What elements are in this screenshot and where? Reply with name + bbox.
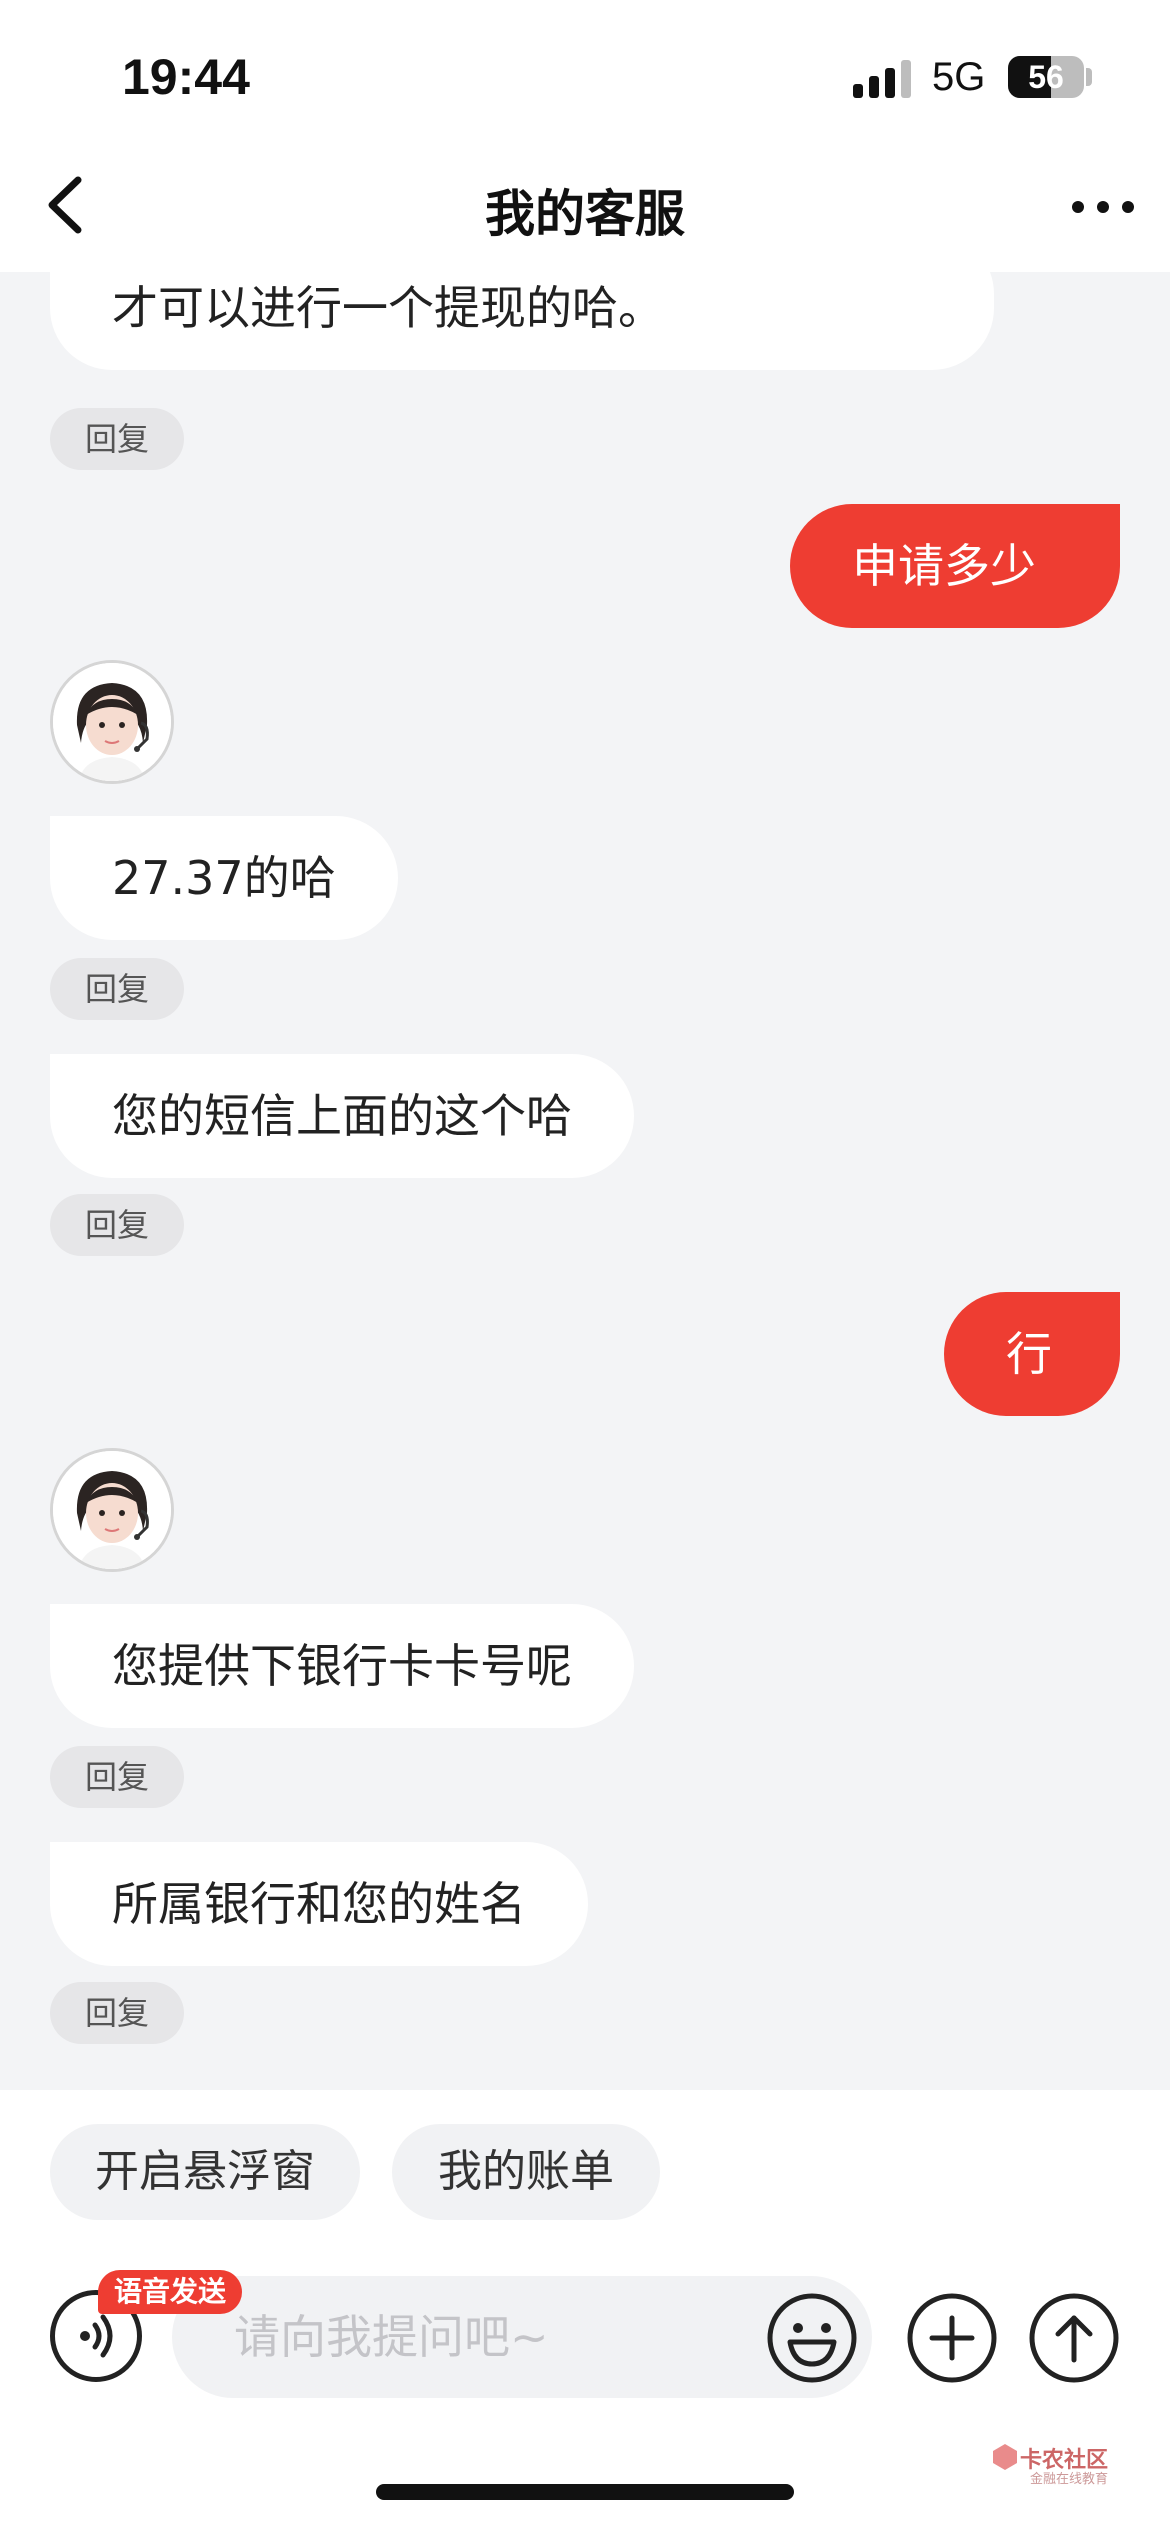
more-icon[interactable] bbox=[1068, 182, 1138, 232]
reply-button[interactable]: 回复 bbox=[50, 1746, 184, 1808]
message-bubble-agent: 您的短信上面的这个哈 bbox=[50, 1054, 634, 1178]
chat-area[interactable]: 才可以进行一个提现的哈。 回复 申请多少 27.37的哈 回复 您的短信上面的这… bbox=[0, 272, 1170, 2090]
message-text: 您提供下银行卡卡号呢 bbox=[112, 1639, 572, 1693]
message-text: 27.37的哈 bbox=[112, 851, 336, 905]
avatar-image bbox=[53, 663, 171, 781]
composer-area: 开启悬浮窗 我的账单 语音发送 卡农社区 金融在线教育 bbox=[0, 2090, 1170, 2532]
page-title: 我的客服 bbox=[485, 185, 685, 243]
reply-button[interactable]: 回复 bbox=[50, 1982, 184, 2044]
message-bubble-agent: 所属银行和您的姓名 bbox=[50, 1842, 588, 1966]
message-text: 所属银行和您的姓名 bbox=[112, 1877, 526, 1931]
status-bar: 19:44 5G 56 bbox=[0, 0, 1170, 150]
message-bubble-agent: 27.37的哈 bbox=[50, 816, 398, 940]
message-bubble-partial: 才可以进行一个提现的哈。 bbox=[50, 272, 994, 370]
reply-button[interactable]: 回复 bbox=[50, 1194, 184, 1256]
voice-send-tag: 语音发送 bbox=[98, 2270, 243, 2314]
home-indicator[interactable] bbox=[376, 2484, 794, 2500]
message-text: 申请多少 bbox=[852, 539, 1036, 593]
battery-level: 56 bbox=[1028, 59, 1064, 95]
plus-icon[interactable] bbox=[904, 2290, 1000, 2386]
agent-avatar[interactable] bbox=[50, 660, 174, 784]
nav-header: 我的客服 bbox=[0, 150, 1170, 272]
quick-action-my-bill[interactable]: 我的账单 bbox=[392, 2124, 660, 2220]
watermark-subtitle: 金融在线教育 bbox=[1030, 2472, 1109, 2487]
message-bubble-user: 行 bbox=[944, 1292, 1120, 1416]
message-text: 您的短信上面的这个哈 bbox=[112, 1089, 572, 1143]
battery-tip bbox=[1086, 68, 1092, 86]
message-text: 才可以进行一个提现的哈。 bbox=[112, 281, 664, 335]
signal-icon bbox=[853, 60, 911, 98]
message-text: 行 bbox=[1006, 1327, 1052, 1381]
reply-button[interactable]: 回复 bbox=[50, 408, 184, 470]
send-icon[interactable] bbox=[1026, 2290, 1122, 2386]
message-bubble-agent: 您提供下银行卡卡号呢 bbox=[50, 1604, 634, 1728]
avatar-image bbox=[53, 1451, 171, 1569]
watermark-icon bbox=[993, 2444, 1017, 2470]
reply-button[interactable]: 回复 bbox=[50, 958, 184, 1020]
status-time: 19:44 bbox=[122, 49, 250, 105]
battery-indicator: 56 bbox=[1008, 56, 1084, 98]
quick-action-floating-window[interactable]: 开启悬浮窗 bbox=[50, 2124, 360, 2220]
emoji-icon[interactable] bbox=[764, 2290, 860, 2386]
agent-avatar[interactable] bbox=[50, 1448, 174, 1572]
message-bubble-user: 申请多少 bbox=[790, 504, 1120, 628]
network-type: 5G bbox=[932, 55, 986, 99]
